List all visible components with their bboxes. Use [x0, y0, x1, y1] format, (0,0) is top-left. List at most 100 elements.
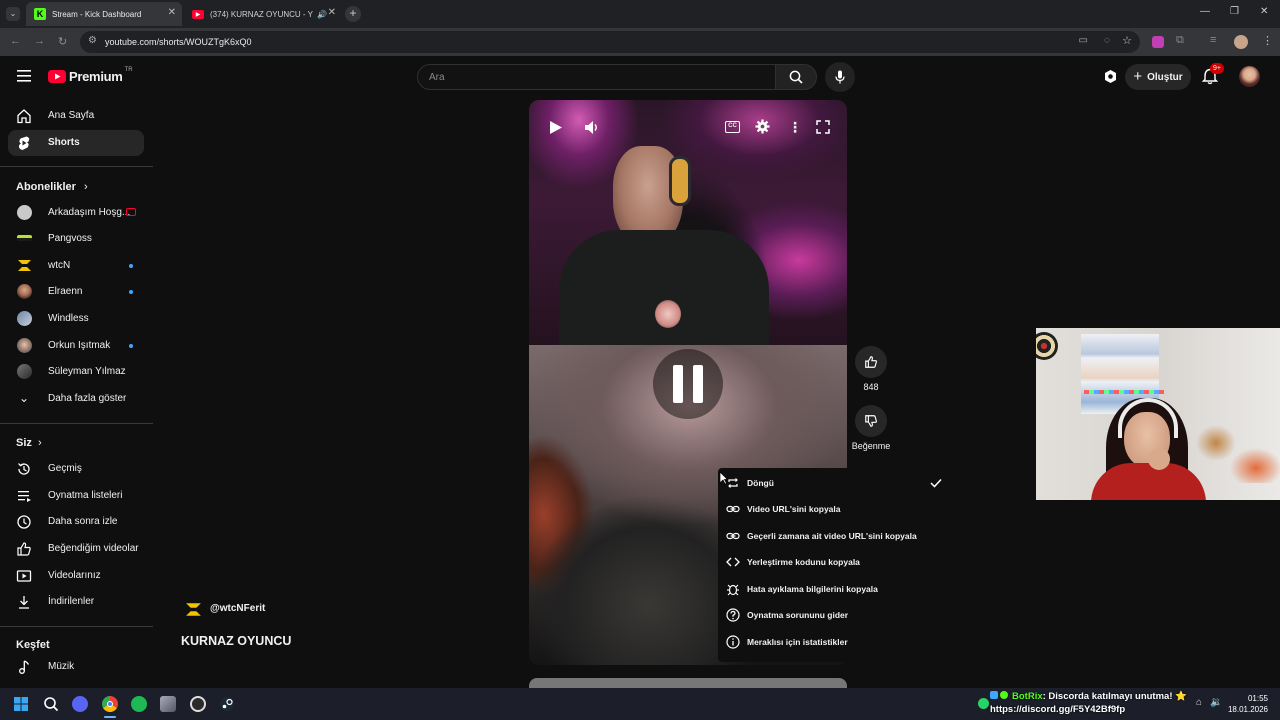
search-icon[interactable]: [43, 696, 59, 712]
sidebar-item-label: Videolarınız: [48, 570, 101, 581]
tab-search-button[interactable]: ⌄: [6, 7, 20, 21]
plush-toys: [1196, 423, 1280, 483]
menu-item-label: Geçerli zamana ait video URL'sini kopyal…: [747, 531, 917, 541]
search-button[interactable]: [775, 64, 817, 90]
clock-date[interactable]: 18.01.2026: [1226, 705, 1268, 714]
close-icon[interactable]: ✕: [168, 7, 176, 18]
settings-gear-icon[interactable]: [755, 119, 770, 134]
chat-message: : Discorda katılmayı unutma! ⭐: [1042, 691, 1187, 702]
youtube-icon: ▶: [192, 9, 204, 19]
voice-search-button[interactable]: [825, 62, 855, 92]
reload-icon[interactable]: ↻: [58, 35, 67, 48]
volume-icon[interactable]: [584, 120, 600, 135]
network-icon[interactable]: ⌂: [1196, 697, 1202, 708]
sidebar-item-subscription[interactable]: Arkadaşım Hoşg...: [8, 200, 144, 226]
channel-handle[interactable]: @wtcNFerit: [210, 603, 265, 614]
sidebar-item-subscription[interactable]: Elraenn: [8, 279, 144, 305]
profile-avatar[interactable]: [1234, 35, 1248, 49]
clock-time[interactable]: 01:55: [1236, 694, 1268, 703]
channel-avatar[interactable]: [185, 601, 202, 618]
tracking-off-icon[interactable]: ◌: [1104, 35, 1110, 46]
hamburger-menu-icon[interactable]: [17, 70, 31, 82]
close-icon[interactable]: ✕: [328, 7, 336, 18]
like-button[interactable]: [855, 346, 887, 378]
code-icon: [726, 557, 740, 567]
sidebar-item-home[interactable]: Ana Sayfa: [8, 103, 144, 129]
speaker-icon[interactable]: 🔊: [317, 10, 327, 19]
play-icon[interactable]: [549, 120, 563, 135]
menu-item-copy-video-url[interactable]: Video URL'sini kopyala: [718, 496, 954, 522]
install-icon[interactable]: ▭: [1079, 35, 1088, 46]
sidebar-item-playlists[interactable]: Oynatma listeleri: [8, 483, 144, 509]
tab-list-icon[interactable]: ≡: [1210, 34, 1216, 46]
search-input[interactable]: Ara: [417, 64, 776, 90]
tab-youtube-video[interactable]: ▶ (374) KURNAZ OYUNCU - Y 🔊 ✕: [184, 2, 342, 26]
create-button[interactable]: + Oluştur: [1125, 64, 1191, 90]
menu-item-copy-url-at-time[interactable]: Geçerli zamana ait video URL'sini kopyal…: [718, 523, 954, 549]
sidebar-item-liked-videos[interactable]: Beğendiğim videolar: [8, 536, 144, 562]
tab-kick-dashboard[interactable]: K Stream - Kick Dashboard ✕: [26, 2, 182, 26]
forward-icon[interactable]: →: [34, 35, 45, 47]
menu-item-copy-embed-code[interactable]: Yerleştirme kodunu kopyala: [718, 549, 954, 575]
sidebar-item-label: Daha fazla göster: [48, 393, 127, 404]
sidebar-item-music[interactable]: Müzik: [8, 654, 144, 680]
new-tab-button[interactable]: +: [345, 6, 361, 22]
pause-overlay-button[interactable]: [653, 349, 723, 419]
windows-start-icon[interactable]: [13, 696, 29, 712]
sidebar-item-subscription[interactable]: Pangvoss: [8, 226, 144, 252]
sidebar-item-downloads[interactable]: İndirilenler: [8, 589, 144, 615]
maximize-button[interactable]: ❐: [1230, 6, 1239, 17]
sidebar-item-history[interactable]: Geçmiş: [8, 456, 144, 482]
back-icon[interactable]: ←: [10, 35, 21, 47]
menu-item-stats-for-nerds[interactable]: Meraklısı için istatistikler: [718, 629, 954, 655]
app-icon[interactable]: [160, 696, 176, 712]
sidebar-show-more[interactable]: ⌄ Daha fazla göster: [8, 386, 144, 412]
sidebar-item-label: wtcN: [48, 260, 71, 271]
window-close-button[interactable]: ✕: [1260, 6, 1268, 17]
extensions-puzzle-icon[interactable]: ⧉: [1176, 34, 1184, 47]
more-options-icon[interactable]: ⋮: [788, 119, 802, 136]
whatsapp-icon[interactable]: [978, 698, 989, 709]
chrome-icon[interactable]: [102, 696, 118, 712]
sidebar-item-subscription[interactable]: Windless: [8, 306, 144, 332]
browser-tab-bar: ⌄ K Stream - Kick Dashboard ✕ ▶ (374) KU…: [0, 0, 1280, 28]
volume-icon[interactable]: 🔉: [1210, 697, 1222, 708]
dislike-button[interactable]: [855, 405, 887, 437]
sidebar-item-your-videos[interactable]: Videolarınız: [8, 563, 144, 589]
premium-cast-icon[interactable]: [1103, 69, 1118, 84]
sidebar-item-label: Oynatma listeleri: [48, 490, 123, 501]
spotify-icon[interactable]: [131, 696, 147, 712]
menu-item-loop[interactable]: Döngü: [718, 470, 954, 496]
extension-icon[interactable]: [1152, 36, 1164, 48]
sidebar-item-watch-later[interactable]: Daha sonra izle: [8, 509, 144, 535]
headphones: [669, 156, 691, 206]
subscriptions-header[interactable]: Abonelikler ›: [16, 181, 88, 193]
sidebar-item-subscription[interactable]: Süleyman Yılmaz: [8, 359, 144, 385]
menu-item-troubleshoot-playback[interactable]: Oynatma sorununu gider: [718, 602, 954, 628]
loop-icon: [728, 478, 738, 488]
site-info-icon[interactable]: ⚙: [88, 35, 97, 46]
sidebar-item-subscription[interactable]: Orkun Işıtmak: [8, 333, 144, 359]
minimize-button[interactable]: —: [1200, 6, 1210, 17]
sidebar-item-shorts[interactable]: Shorts: [8, 130, 144, 156]
sidebar-item-label: Elraenn: [48, 286, 83, 297]
captions-icon[interactable]: CC: [725, 121, 740, 133]
menu-item-label: Yerleştirme kodunu kopyala: [747, 557, 860, 567]
link-icon: [726, 532, 740, 540]
menu-item-label: Döngü: [747, 478, 774, 488]
menu-item-copy-debug-info[interactable]: Hata ayıklama bilgilerini kopyala: [718, 576, 954, 602]
notifications-button[interactable]: 9+: [1201, 63, 1224, 86]
youtube-play-logo-icon: [48, 70, 66, 83]
sidebar-item-subscription[interactable]: wtcN: [8, 253, 144, 279]
shorts-icon: [18, 136, 30, 150]
bookmark-star-icon[interactable]: ☆: [1122, 34, 1132, 47]
youtube-logo[interactable]: Premium TR: [48, 67, 133, 84]
obs-icon[interactable]: [190, 696, 206, 712]
account-avatar[interactable]: [1239, 66, 1260, 87]
menu-kebab-icon[interactable]: ⋮: [1262, 34, 1273, 47]
fullscreen-icon[interactable]: [816, 120, 830, 134]
discord-icon[interactable]: [72, 696, 88, 712]
steam-icon[interactable]: [219, 696, 235, 712]
url-bar[interactable]: ⚙ youtube.com/shorts/WOUZTgK6xQ0 ▭ ◌ ☆: [80, 31, 1140, 53]
you-header[interactable]: Siz ›: [16, 437, 42, 449]
